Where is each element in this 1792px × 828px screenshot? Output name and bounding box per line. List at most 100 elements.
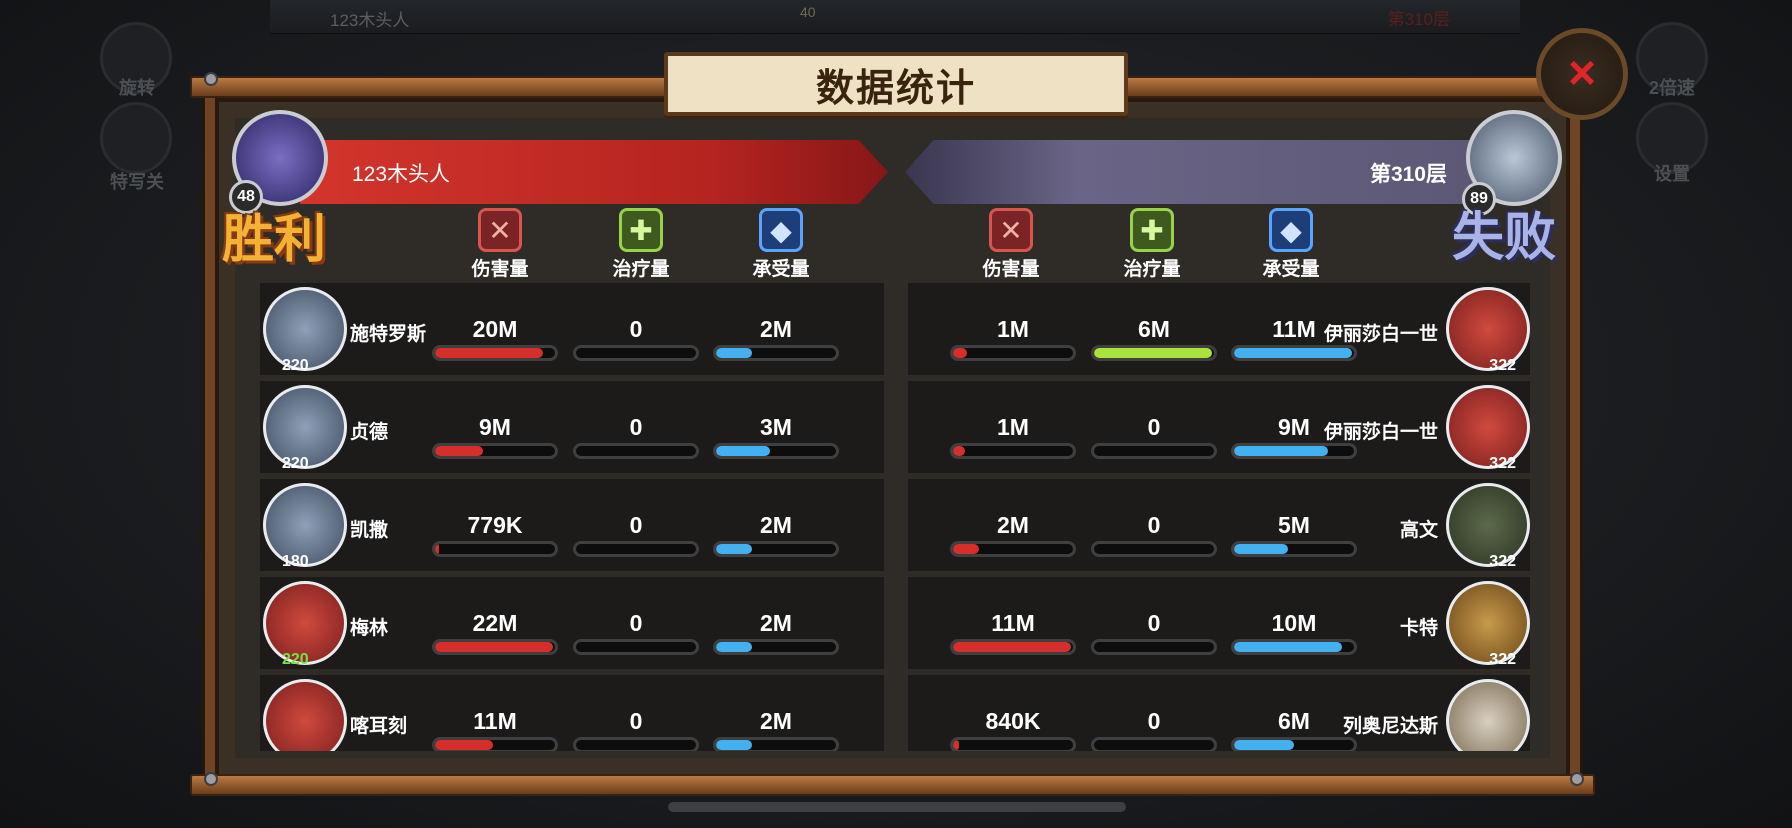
hero-level: 322 bbox=[1489, 651, 1516, 668]
right-team-name: 第310层 bbox=[1369, 163, 1447, 186]
taken-bar bbox=[1231, 639, 1357, 655]
hero-avatar[interactable] bbox=[263, 679, 347, 751]
hero-avatar[interactable] bbox=[1446, 581, 1530, 665]
hero-name: 伊丽莎白一世 bbox=[1323, 422, 1438, 443]
damage-value: 11M bbox=[991, 610, 1035, 636]
hero-avatar[interactable] bbox=[1446, 679, 1530, 751]
right-hero-row: 1M 0 9M 伊丽莎白一世 322 bbox=[908, 381, 1530, 473]
heal-value: 6M bbox=[1138, 316, 1170, 342]
victory-label: 胜利 bbox=[222, 211, 327, 269]
hero-name: 凯撒 bbox=[350, 520, 389, 541]
taken-bar bbox=[713, 345, 839, 361]
taken-value: 6M bbox=[1278, 708, 1310, 734]
left-hero-row: 220 施特罗斯 20M 0 2M bbox=[260, 283, 884, 375]
heal-bar bbox=[1091, 737, 1217, 751]
damage-value: 9M bbox=[479, 414, 511, 440]
background-wave-count: 40 bbox=[800, 4, 816, 20]
page-title: 数据统计 bbox=[815, 67, 976, 110]
hero-level: 220 bbox=[282, 651, 309, 668]
damage-bar bbox=[950, 443, 1076, 459]
heal-bar bbox=[1091, 443, 1217, 459]
hero-avatar[interactable] bbox=[1446, 385, 1530, 469]
taken-bar-fill bbox=[716, 740, 752, 750]
taken-bar-fill bbox=[716, 544, 752, 554]
damage-bar bbox=[950, 737, 1076, 751]
damage-value: 20M bbox=[472, 316, 518, 342]
right-team-banner: 第310层 bbox=[905, 140, 1475, 204]
hero-avatar[interactable] bbox=[1446, 287, 1530, 371]
heal-value: 0 bbox=[1147, 512, 1161, 538]
damage-bar bbox=[950, 345, 1076, 361]
heal-bar bbox=[573, 639, 699, 655]
left-heal-header: ✚ 治疗量 bbox=[591, 208, 691, 281]
taken-bar-fill bbox=[716, 446, 770, 456]
damage-bar-fill bbox=[953, 446, 965, 456]
hero-name: 喀耳刻 bbox=[350, 716, 408, 737]
hero-name: 卡特 bbox=[1399, 618, 1438, 639]
taken-value: 2M bbox=[760, 316, 792, 342]
taken-bar bbox=[713, 443, 839, 459]
taken-value: 3M bbox=[760, 414, 792, 440]
taken-bar-fill bbox=[1234, 544, 1288, 554]
background-floor-label: 第310层 bbox=[1387, 10, 1450, 29]
left-team-level-badge: 48 bbox=[229, 180, 263, 214]
nail-icon bbox=[204, 72, 218, 86]
taken-bar-fill bbox=[716, 348, 752, 358]
right-heal-label: 治疗量 bbox=[1123, 259, 1181, 280]
heal-bar bbox=[573, 443, 699, 459]
taken-value: 2M bbox=[760, 512, 792, 538]
background-player-name: 123木头人 bbox=[330, 11, 410, 30]
damage-bar bbox=[950, 541, 1076, 557]
taken-bar-fill bbox=[1234, 740, 1294, 750]
damage-bar-fill bbox=[435, 544, 439, 554]
hero-name: 梅林 bbox=[350, 618, 389, 639]
hero-level: 322 bbox=[1489, 455, 1516, 472]
left-team-banner: 123木头人 bbox=[300, 140, 888, 204]
left-hero-row: 220 梅林 22M 0 2M bbox=[260, 577, 884, 669]
closeup-button[interactable] bbox=[100, 102, 172, 174]
left-hero-row: 喀耳刻 11M 0 2M bbox=[260, 675, 884, 751]
damage-bar-fill bbox=[953, 544, 980, 554]
close-button[interactable]: × bbox=[1536, 28, 1628, 120]
damage-bar-fill bbox=[953, 642, 1071, 652]
right-heal-header: ✚ 治疗量 bbox=[1102, 208, 1202, 281]
heal-bar bbox=[573, 737, 699, 751]
heal-value: 0 bbox=[629, 708, 643, 734]
heal-cross-icon: ✚ bbox=[619, 208, 663, 252]
taken-bar-fill bbox=[1234, 642, 1342, 652]
heal-value: 0 bbox=[629, 512, 643, 538]
left-taken-header: ◆ 承受量 bbox=[731, 208, 831, 281]
speed-label: 2倍速 bbox=[1648, 78, 1695, 98]
right-taken-header: ◆ 承受量 bbox=[1241, 208, 1341, 281]
hero-avatar[interactable] bbox=[1446, 483, 1530, 567]
taken-bar bbox=[1231, 443, 1357, 459]
right-hero-row: 1M 6M 11M 伊丽莎白一世 322 bbox=[908, 283, 1530, 375]
hero-name: 贞德 bbox=[350, 422, 389, 443]
left-heal-label: 治疗量 bbox=[612, 259, 670, 280]
hero-name: 列奥尼达斯 bbox=[1342, 716, 1438, 737]
title-plaque: 数据统计 bbox=[664, 52, 1128, 116]
right-taken-label: 承受量 bbox=[1262, 259, 1320, 280]
damage-value: 1M bbox=[997, 316, 1029, 342]
damage-bar-fill bbox=[435, 348, 543, 358]
damage-bar bbox=[432, 639, 558, 655]
taken-bar-fill bbox=[1234, 348, 1352, 358]
damage-bar-fill bbox=[435, 740, 493, 750]
background-top-bar: 123木头人 40 第310层 bbox=[270, 0, 1520, 34]
hero-name: 伊丽莎白一世 bbox=[1323, 324, 1438, 345]
heal-value: 0 bbox=[629, 414, 643, 440]
damage-bar bbox=[432, 443, 558, 459]
home-indicator[interactable] bbox=[668, 802, 1126, 812]
closeup-label: 特写关 bbox=[110, 172, 164, 192]
nail-icon bbox=[1570, 772, 1584, 786]
damage-bar bbox=[432, 541, 558, 557]
hero-level: 322 bbox=[1489, 553, 1516, 570]
hero-level: 180 bbox=[282, 553, 309, 570]
hero-level: 220 bbox=[282, 455, 309, 472]
heal-value: 0 bbox=[1147, 708, 1161, 734]
rotate-label: 旋转 bbox=[119, 78, 155, 98]
damage-bar-fill bbox=[953, 348, 968, 358]
heal-value: 0 bbox=[1147, 610, 1161, 636]
taken-bar bbox=[713, 541, 839, 557]
defeat-label: 失败 bbox=[1452, 209, 1557, 267]
